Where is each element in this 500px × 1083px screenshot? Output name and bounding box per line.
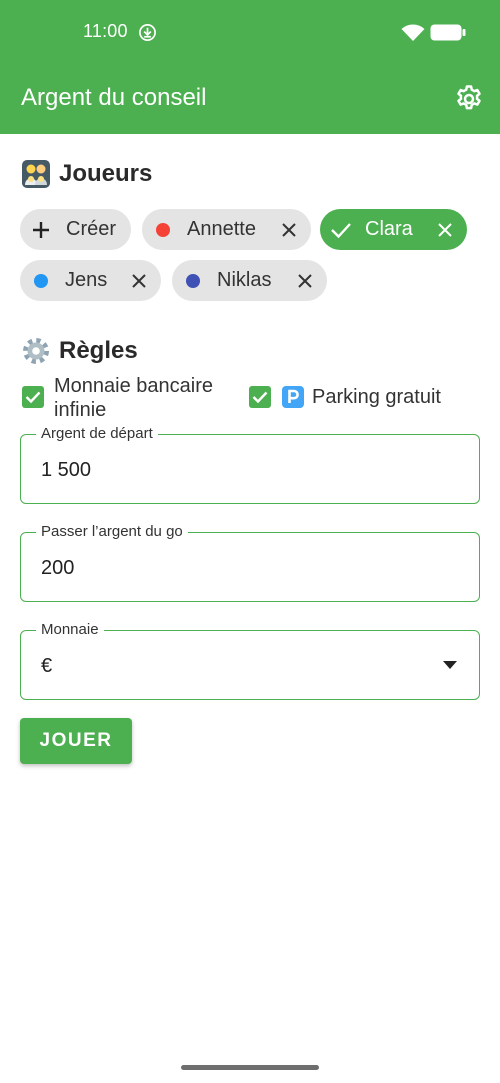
remove-player-icon[interactable]: [279, 220, 299, 240]
checkmark-icon: [25, 391, 41, 404]
player-name: Niklas: [217, 269, 272, 291]
start-money-value: 1 500: [41, 459, 92, 481]
start-money-field[interactable]: Argent de départ 1 500: [20, 425, 480, 504]
player-name: Clara: [365, 218, 413, 240]
plus-icon: [30, 219, 52, 241]
free-parking-label: Parking gratuit: [281, 385, 441, 409]
dropdown-arrow-icon: [443, 661, 457, 669]
currency-label: Monnaie: [36, 621, 104, 638]
go-money-value: 200: [41, 557, 75, 579]
check-icon: [330, 219, 352, 241]
wifi-icon: [401, 24, 425, 41]
gear-emoji-icon: [23, 338, 49, 364]
player-chip-annette[interactable]: Annette: [142, 209, 311, 250]
player-color-dot: [182, 270, 204, 292]
player-chip-niklas[interactable]: Niklas: [172, 260, 327, 301]
free-parking-text: Parking gratuit: [312, 386, 441, 408]
create-chip-label: Créer: [66, 218, 117, 240]
player-color-dot: [152, 219, 174, 241]
player-name: Annette: [187, 218, 256, 240]
infinite-bank-checkbox[interactable]: [22, 386, 44, 408]
go-money-field[interactable]: Passer l’argent du go 200: [20, 523, 480, 602]
parking-icon: [282, 386, 304, 408]
home-indicator[interactable]: [181, 1065, 319, 1070]
infinite-bank-label: Monnaie bancaire infinie: [54, 374, 213, 422]
remove-player-icon[interactable]: [129, 271, 149, 291]
go-money-label: Passer l’argent du go: [36, 523, 188, 540]
remove-player-icon[interactable]: [295, 271, 315, 291]
checkmark-icon: [252, 391, 268, 404]
players-heading: Joueurs: [21, 159, 152, 189]
page-title: Argent du conseil: [21, 84, 207, 111]
currency-select[interactable]: Monnaie €: [20, 621, 480, 700]
status-bar: 11:00: [0, 0, 500, 64]
app-bar: 11:00 Argent du conseil: [0, 0, 500, 134]
download-icon: [139, 24, 156, 41]
currency-value: €: [41, 655, 53, 677]
start-money-label: Argent de départ: [36, 425, 158, 442]
infinite-bank-label-line1: Monnaie bancaire: [54, 375, 213, 397]
gear-icon[interactable]: [454, 84, 484, 114]
status-time: 11:00: [83, 21, 128, 41]
remove-player-icon[interactable]: [435, 220, 455, 240]
infinite-bank-label-line2: infinie: [54, 399, 107, 421]
rules-title: Règles: [59, 337, 138, 364]
rules-heading: Règles: [21, 336, 138, 366]
player-chip-clara[interactable]: Clara: [320, 209, 467, 250]
player-name: Jens: [65, 269, 108, 291]
free-parking-checkbox[interactable]: [249, 386, 271, 408]
family-emoji-icon: [22, 160, 50, 188]
player-chip-jens[interactable]: Jens: [20, 260, 161, 301]
player-color-dot: [30, 270, 52, 292]
battery-icon: [430, 24, 466, 41]
create-player-chip[interactable]: Créer: [20, 209, 131, 250]
players-title: Joueurs: [59, 160, 153, 187]
play-button[interactable]: JOUER: [20, 718, 132, 764]
